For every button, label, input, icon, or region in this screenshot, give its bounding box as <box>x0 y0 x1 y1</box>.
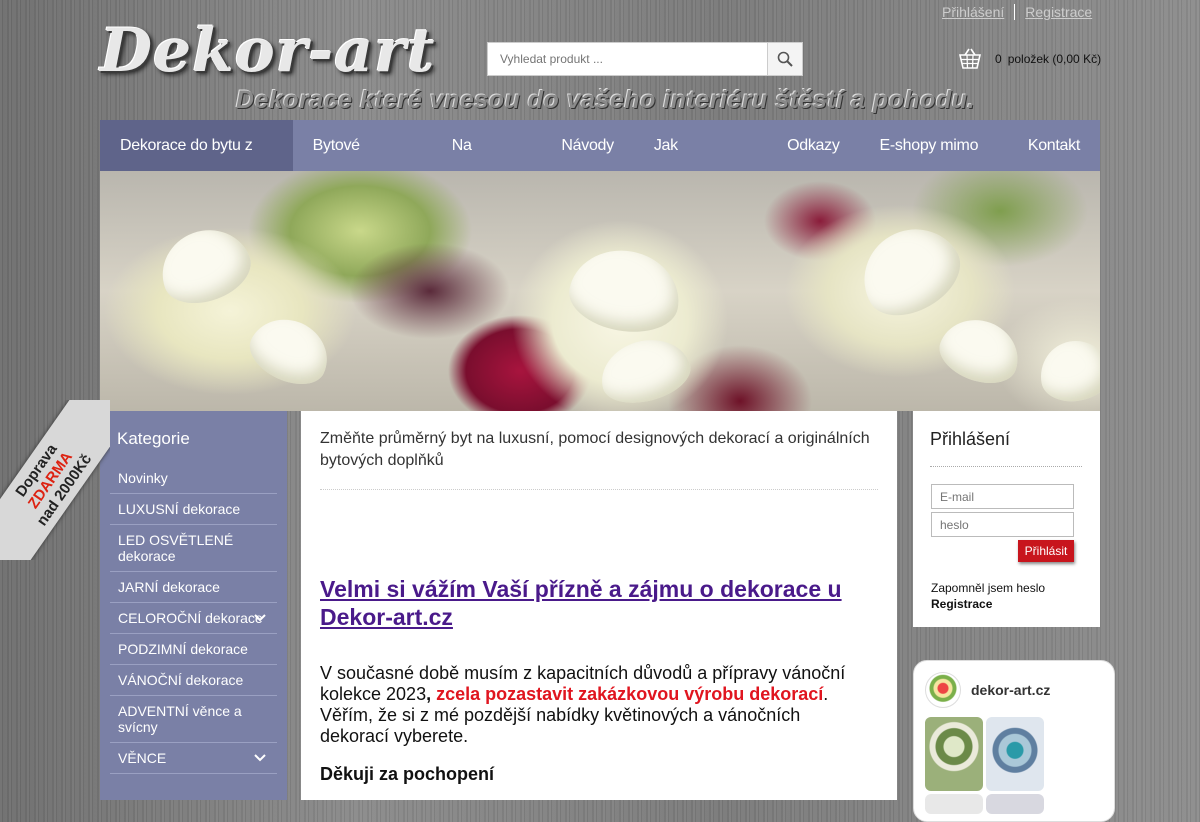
divider <box>320 489 878 490</box>
nav-item-guides[interactable]: Návody <box>541 120 633 171</box>
cart-label: položek (0,00 Kč) <box>1007 52 1102 66</box>
basket-icon <box>958 48 982 69</box>
main-nav: Dekorace do bytu z květin Bytové dekorac… <box>100 120 1100 205</box>
nav-item-flower-decor[interactable]: Dekorace do bytu z květin <box>100 120 293 205</box>
sidebar-item-label: VĚNCE <box>118 750 167 766</box>
headline: Velmi si vážím Vaší přízně a zájmu o dek… <box>320 575 880 631</box>
sidebar-item-led[interactable]: LED OSVĚTLENÉ dekorace <box>110 525 277 572</box>
flower-petal <box>241 306 339 396</box>
nav-item-custom[interactable]: Na zakázku <box>432 120 542 205</box>
nav-item-eshops-abroad[interactable]: E-shopy mimo ČR <box>860 120 1008 205</box>
avatar[interactable] <box>925 672 961 708</box>
notice-comma: , <box>426 684 437 704</box>
sidebar-item-podzimni[interactable]: PODZIMNÍ dekorace <box>110 634 277 665</box>
password-field[interactable] <box>931 512 1074 537</box>
notice-paragraph: V současné době musím z kapacitních důvo… <box>320 663 860 747</box>
instagram-thumbnail[interactable] <box>986 717 1044 791</box>
instagram-thumbnail[interactable] <box>925 717 983 791</box>
cart-count: 0 <box>995 52 1002 66</box>
search-input[interactable] <box>488 43 782 75</box>
sidebar-item-vanocni[interactable]: VÁNOČNÍ dekorace <box>110 665 277 696</box>
main-content: Změňte průměrný byt na luxusní, pomocí d… <box>301 411 897 800</box>
search-icon <box>777 51 793 67</box>
login-title: Přihlášení <box>930 429 1011 449</box>
search-box <box>487 42 803 76</box>
instagram-widget: dekor-art.cz <box>913 660 1115 822</box>
email-field[interactable] <box>931 484 1074 509</box>
instagram-handle[interactable]: dekor-art.cz <box>971 682 1050 698</box>
instagram-thumbnail[interactable] <box>925 794 983 814</box>
flower-petal <box>1035 335 1100 407</box>
site-slogan: Dekorace které vnesou do vašeho interiér… <box>236 86 975 114</box>
headline-link[interactable]: Velmi si vážím Vaší přízně a zájmu o dek… <box>320 576 842 630</box>
site-logo[interactable]: Dekor-art <box>100 16 436 86</box>
flower-petal <box>593 330 697 411</box>
cart-summary[interactable]: 0 položek (0,00 Kč) <box>957 47 1101 71</box>
sidebar-item-label: CELOROČNÍ dekorace <box>118 610 263 626</box>
page-title: Změňte průměrný byt na luxusní, pomocí d… <box>320 430 870 469</box>
sidebar-item-novinky[interactable]: Novinky <box>110 463 277 494</box>
category-sidebar: Kategorie Novinky LUXUSNÍ dekorace LED O… <box>100 411 287 800</box>
top-register-link[interactable]: Registrace <box>1025 4 1092 20</box>
register-link[interactable]: Registrace <box>931 597 992 611</box>
flower-petal <box>150 217 260 315</box>
badge-ribbon: Doprava ZDARMA nad 2000Kč <box>0 400 110 560</box>
sidebar-item-adventni[interactable]: ADVENTNÍ věnce a svícny <box>110 696 277 743</box>
instagram-thumbnail[interactable] <box>986 794 1044 814</box>
divider <box>930 466 1082 467</box>
search-button[interactable] <box>767 43 802 75</box>
sidebar-item-celorocni[interactable]: CELOROČNÍ dekorace <box>110 603 277 634</box>
divider <box>1014 4 1016 20</box>
sidebar-item-jarni[interactable]: JARNÍ dekorace <box>110 572 277 603</box>
flower-petal <box>563 242 687 340</box>
hero-banner-flowers <box>100 171 1100 411</box>
free-shipping-badge[interactable]: Doprava ZDARMA nad 2000Kč <box>0 400 110 560</box>
chevron-down-icon[interactable] <box>253 753 267 763</box>
sidebar-item-vence[interactable]: VĚNCE <box>110 743 277 774</box>
sidebar-title: Kategorie <box>117 429 190 448</box>
nav-item-how-to-buy[interactable]: Jak nakupovat? <box>634 120 767 205</box>
sidebar-item-luxusni[interactable]: LUXUSNÍ dekorace <box>110 494 277 525</box>
flower-petal <box>932 309 1028 393</box>
nav-item-contact[interactable]: Kontakt <box>1008 120 1100 171</box>
top-login-link[interactable]: Přihlášení <box>942 4 1004 20</box>
chevron-down-icon[interactable] <box>253 613 267 623</box>
flower-petal <box>846 211 974 331</box>
forgot-password-link[interactable]: Zapomněl jsem heslo <box>931 581 1045 595</box>
nav-item-links[interactable]: Odkazy <box>767 120 859 171</box>
nav-item-home-decor[interactable]: Bytové dekorace <box>293 120 432 205</box>
notice-highlight: zcela pozastavit zakázkovou výrobu dekor… <box>436 684 824 704</box>
thanks-text: Děkuji za pochopení <box>320 764 495 784</box>
top-links: Přihlášení Registrace <box>942 4 1092 20</box>
login-box: Přihlášení Přihlásit Zapomněl jsem heslo… <box>913 411 1100 627</box>
login-button[interactable]: Přihlásit <box>1018 540 1074 562</box>
